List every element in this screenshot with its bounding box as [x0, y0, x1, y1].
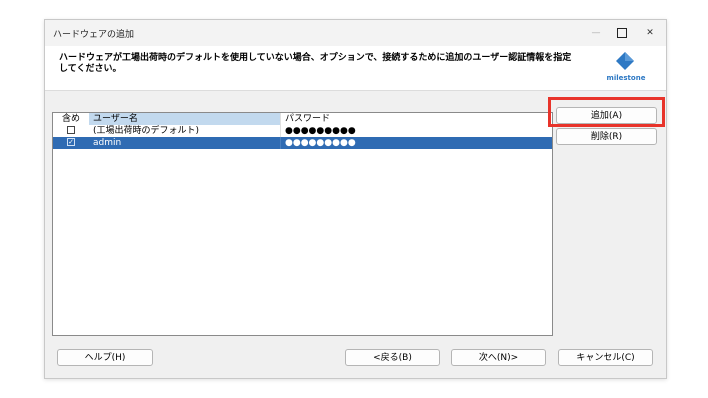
add-hardware-dialog: ハードウェアの追加 — ✕ ハードウェアが工場出荷時のデフォルトを使用していない… [44, 19, 667, 379]
help-button[interactable]: ヘルプ(H) [57, 349, 153, 366]
instruction-text: ハードウェアが工場出荷時のデフォルトを使用していない場合、オプションで、接続する… [59, 53, 572, 74]
maximize-button[interactable] [611, 23, 633, 43]
back-button[interactable]: <戻る(B) [345, 349, 440, 366]
column-header-username[interactable]: ユーザー名 [89, 113, 280, 125]
password-cell[interactable]: ●●●●●●●●● [280, 137, 552, 149]
close-button[interactable]: ✕ [639, 23, 661, 43]
logo-text: milestone [606, 74, 646, 82]
table-row-selected[interactable]: ✓ admin ●●●●●●●●● [53, 137, 552, 149]
username-cell[interactable]: admin [89, 137, 280, 149]
milestone-diamond-icon [616, 52, 634, 70]
include-cell [53, 125, 89, 137]
column-header-include[interactable]: 含め [53, 113, 89, 125]
next-button[interactable]: 次へ(N)> [451, 349, 546, 366]
include-checkbox[interactable] [67, 125, 75, 134]
maximize-icon [617, 27, 627, 38]
include-cell: ✓ [53, 137, 89, 149]
delete-button[interactable]: 削除(R) [556, 128, 657, 145]
table-row[interactable]: (工場出荷時のデフォルト) ●●●●●●●●● [53, 125, 552, 137]
include-checkbox-checked[interactable]: ✓ [67, 137, 75, 146]
wizard-header: ハードウェアが工場出荷時のデフォルトを使用していない場合、オプションで、接続する… [45, 46, 666, 91]
title-bar: ハードウェアの追加 — ✕ [45, 20, 666, 46]
username-cell[interactable]: (工場出荷時のデフォルト) [89, 125, 280, 137]
credentials-table[interactable]: 含め ユーザー名 パスワード (工場出荷時のデフォルト) ●●●●●●●●● ✓… [52, 112, 553, 336]
milestone-logo: milestone [601, 52, 651, 86]
cancel-button[interactable]: キャンセル(C) [558, 349, 653, 366]
minimize-button[interactable]: — [585, 23, 607, 43]
table-header: 含め ユーザー名 パスワード [53, 113, 552, 125]
window-title: ハードウェアの追加 [53, 30, 135, 40]
column-header-password[interactable]: パスワード [280, 113, 552, 125]
add-button-highlight [548, 97, 665, 127]
password-cell[interactable]: ●●●●●●●●● [280, 125, 552, 137]
